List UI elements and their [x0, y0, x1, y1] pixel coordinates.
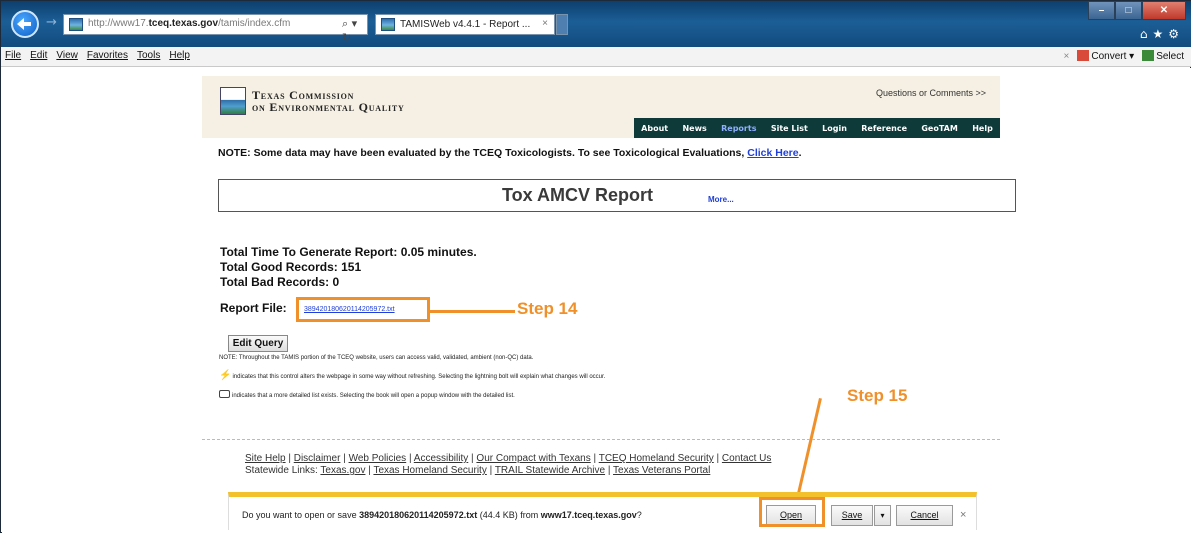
step14-connector [430, 310, 515, 313]
footer-site-help[interactable]: Site Help [245, 453, 286, 464]
step15-connector [795, 398, 822, 500]
minimize-button[interactable]: – [1088, 1, 1115, 20]
step14-label: Step 14 [517, 299, 578, 318]
edit-query-button[interactable]: Edit Query [228, 335, 288, 352]
download-notification-bar: Do you want to open or save 389420180620… [228, 492, 977, 530]
total-good-records: Total Good Records: 151 [220, 260, 362, 274]
step15-highlight [759, 497, 825, 527]
footer-web-policies[interactable]: Web Policies [349, 453, 407, 464]
download-message: Do you want to open or save 389420180620… [242, 510, 642, 520]
select-icon [1142, 50, 1155, 61]
total-time: Total Time To Generate Report: 0.05 minu… [220, 245, 477, 259]
book-note: indicates that a more detailed list exis… [219, 390, 515, 399]
home-favorites-settings-icons[interactable]: ⌂★⚙ [1140, 27, 1184, 41]
nav-help[interactable]: Help [972, 124, 993, 133]
footer-accessibility[interactable]: Accessibility [414, 453, 468, 464]
menu-edit[interactable]: Edit [30, 50, 47, 61]
footer-contact-us[interactable]: Contact Us [722, 453, 771, 464]
forward-button[interactable]: → [46, 15, 57, 30]
footer-homeland-security[interactable]: TCEQ Homeland Security [599, 453, 714, 464]
nav-site-list[interactable]: Site List [771, 124, 808, 133]
toolbar-right: × Convert ▾ Select [1064, 50, 1184, 62]
select-button[interactable]: Select [1142, 50, 1184, 62]
more-link[interactable]: More... [708, 195, 734, 204]
tamis-note: NOTE: Throughout the TAMIS portion of th… [219, 355, 534, 361]
report-file-label: Report File: [220, 301, 287, 315]
address-bar[interactable]: http://www17.tceq.texas.gov/tamis/index.… [63, 14, 368, 44]
footer-compact[interactable]: Our Compact with Texans [476, 453, 590, 464]
step14-highlight: 389420180620114205972.txt [296, 297, 430, 322]
lightning-note: ⚡indicates that this control alters the … [219, 370, 606, 381]
new-tab-button[interactable] [556, 14, 568, 35]
nav-geotam[interactable]: GeoTAM [921, 124, 957, 133]
menu-items: File Edit View Favorites Tools Help [5, 50, 190, 61]
click-here-link[interactable]: Click Here [747, 147, 798, 159]
footer-texas-gov[interactable]: Texas.gov [320, 465, 365, 476]
maximize-button[interactable]: □ [1115, 1, 1142, 20]
site-favicon-icon [69, 18, 83, 31]
back-button[interactable] [11, 10, 39, 38]
save-button[interactable]: Save [831, 505, 873, 526]
footer-texas-homeland[interactable]: Texas Homeland Security [373, 465, 486, 476]
book-icon[interactable] [219, 390, 230, 398]
total-bad-records: Total Bad Records: 0 [220, 275, 340, 289]
convert-icon [1077, 50, 1090, 61]
search-refresh-icons[interactable]: ⌕ ▾ ↻ [342, 17, 367, 44]
nav-news[interactable]: News [682, 124, 706, 133]
lightning-bolt-icon[interactable]: ⚡ [219, 370, 231, 381]
convert-button[interactable]: Convert ▾ [1077, 50, 1134, 62]
footer-links: Site Help | Disclaimer | Web Policies | … [245, 453, 772, 464]
menu-file[interactable]: File [5, 50, 21, 61]
title-bar: → http://www17.tceq.texas.gov/tamis/inde… [1, 1, 1191, 47]
step15-label: Step 15 [847, 386, 908, 405]
questions-link[interactable]: Questions or Comments >> [876, 88, 986, 98]
nav-reference[interactable]: Reference [861, 124, 907, 133]
main-nav: About News Reports Site List Login Refer… [634, 118, 1000, 138]
site-header: Texas Commission on Environmental Qualit… [202, 76, 1000, 138]
report-title: Tox AMCV Report [502, 185, 653, 205]
menu-tools[interactable]: Tools [137, 50, 160, 61]
statewide-links: Statewide Links: Texas.gov | Texas Homel… [245, 465, 711, 476]
close-window-button[interactable]: ✕ [1142, 1, 1186, 20]
menu-favorites[interactable]: Favorites [87, 50, 128, 61]
save-dropdown-button[interactable]: ▾ [874, 505, 891, 526]
nav-login[interactable]: Login [822, 124, 847, 133]
footer-trail-archive[interactable]: TRAIL Statewide Archive [495, 465, 605, 476]
menu-help[interactable]: Help [169, 50, 190, 61]
footer-divider [202, 439, 1000, 440]
toxicology-note: NOTE: Some data may have been evaluated … [218, 147, 802, 159]
menu-view[interactable]: View [56, 50, 78, 61]
tab-favicon-icon [381, 18, 395, 31]
agency-name-line2: on Environmental Quality [252, 100, 405, 114]
toolbar-close-icon[interactable]: × [1064, 51, 1070, 62]
browser-window: → http://www17.tceq.texas.gov/tamis/inde… [0, 0, 1191, 533]
tab-close-icon[interactable]: × [542, 18, 548, 29]
menu-bar: File Edit View Favorites Tools Help × Co… [1, 47, 1191, 67]
footer-veterans-portal[interactable]: Texas Veterans Portal [613, 465, 710, 476]
nav-reports[interactable]: Reports [721, 124, 756, 133]
url-text[interactable]: http://www17.tceq.texas.gov/tamis/index.… [88, 18, 290, 29]
download-bar-close-icon[interactable]: × [960, 509, 966, 521]
report-file-link[interactable]: 389420180620114205972.txt [304, 306, 395, 313]
report-title-box: Tox AMCV Report More... [218, 179, 1016, 212]
cancel-button[interactable]: Cancel [896, 505, 953, 526]
tab-title: TAMISWeb v4.4.1 - Report ... [400, 19, 531, 30]
window-controls: – □ ✕ [1088, 1, 1186, 20]
tab-tamisweb[interactable]: TAMISWeb v4.4.1 - Report ... × [375, 14, 555, 35]
report-stats: Total Time To Generate Report: 0.05 minu… [220, 245, 477, 290]
page-content: Texas Commission on Environmental Qualit… [2, 68, 1191, 533]
tceq-logo-icon[interactable] [220, 87, 246, 115]
nav-about[interactable]: About [641, 124, 668, 133]
footer-disclaimer[interactable]: Disclaimer [294, 453, 341, 464]
